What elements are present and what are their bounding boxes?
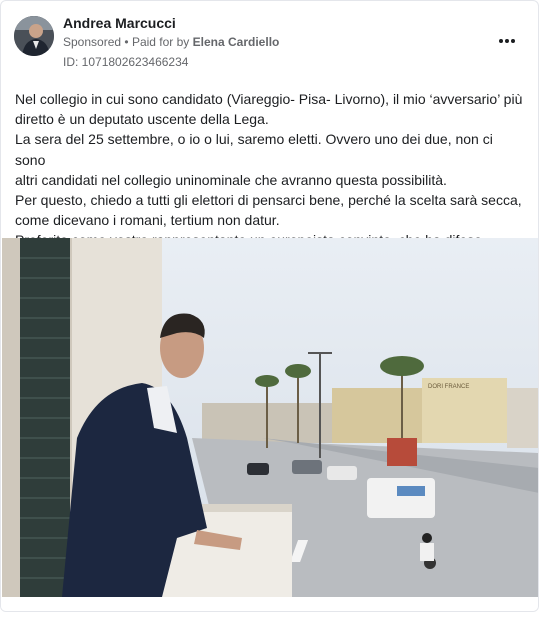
paid-for-label: Paid for by <box>131 35 190 49</box>
more-options-icon[interactable] <box>493 29 521 53</box>
card-footer <box>1 597 538 611</box>
post-header: Andrea Marcucci Sponsored • Paid for by … <box>1 1 538 81</box>
post-text-line: altri candidati nel collegio uninominale… <box>15 171 447 188</box>
author-avatar[interactable] <box>14 16 54 56</box>
post-text-line: diretto è un deputato uscente della Lega… <box>15 111 269 128</box>
ad-id: ID: 1071802623466234 <box>63 55 189 69</box>
ad-card: Andrea Marcucci Sponsored • Paid for by … <box>0 0 539 612</box>
post-text-line: La sera del 25 settembre, o io o lui, sa… <box>15 131 493 168</box>
post-text-line: Per questo, chiedo a tutti gli elettori … <box>15 192 522 209</box>
post-text-line: Nel collegio in cui sono candidato (Viar… <box>15 91 523 107</box>
paid-for-name: Elena Cardiello <box>192 35 280 49</box>
author-name[interactable]: Andrea Marcucci <box>63 15 176 31</box>
post-text-line: come dicevano i romani, tertium non datu… <box>15 212 280 229</box>
post-text: Nel collegio in cui sono candidato (Viar… <box>15 89 527 251</box>
post-photo[interactable]: DORI FRANCE <box>2 238 538 597</box>
meta-separator: • <box>124 35 129 49</box>
avatar-image <box>14 16 54 56</box>
sponsor-line: Sponsored • Paid for by Elena Cardiello <box>63 35 279 49</box>
sponsored-label: Sponsored <box>63 35 122 49</box>
shop-sign: DORI FRANCE <box>428 384 469 390</box>
photo-image: DORI FRANCE <box>2 238 538 597</box>
